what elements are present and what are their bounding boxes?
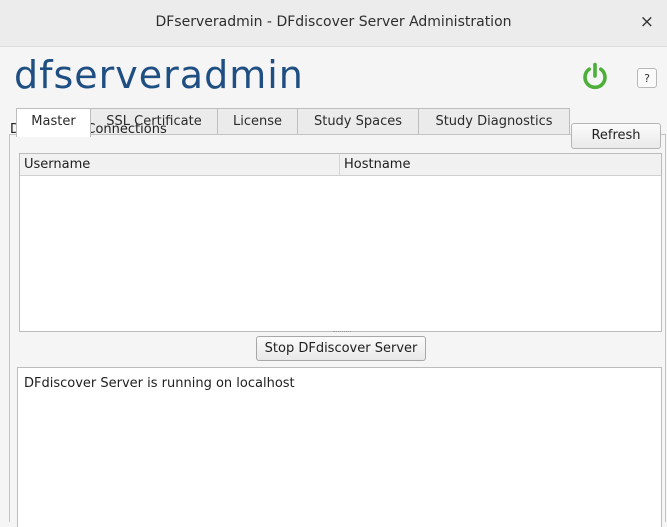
stop-server-button[interactable]: Stop DFdiscover Server (256, 336, 426, 361)
power-icon[interactable] (581, 62, 609, 90)
column-header-hostname[interactable]: Hostname (340, 154, 661, 175)
tab-license[interactable]: License (217, 108, 298, 135)
tab-study-diagnostics[interactable]: Study Diagnostics (418, 108, 570, 135)
tab-study-spaces[interactable]: Study Spaces (297, 108, 419, 135)
window-titlebar: DFserveradmin - DFdiscover Server Admini… (0, 0, 667, 47)
help-button[interactable]: ? (637, 68, 657, 88)
table-header: Username Hostname (20, 154, 661, 176)
window-title: DFserveradmin - DFdiscover Server Admini… (155, 14, 512, 30)
connections-table[interactable]: Username Hostname (19, 153, 662, 332)
tab-master[interactable]: Master (16, 108, 91, 137)
close-icon[interactable]: × (640, 12, 654, 32)
column-header-username[interactable]: Username (20, 154, 340, 175)
status-log: DFdiscover Server is running on localhos… (17, 367, 662, 527)
status-text: DFdiscover Server is running on localhos… (24, 376, 295, 391)
app-logo: dfserveradmin (14, 53, 304, 97)
splitter-handle[interactable] (333, 331, 351, 333)
refresh-button[interactable]: Refresh (571, 123, 661, 149)
